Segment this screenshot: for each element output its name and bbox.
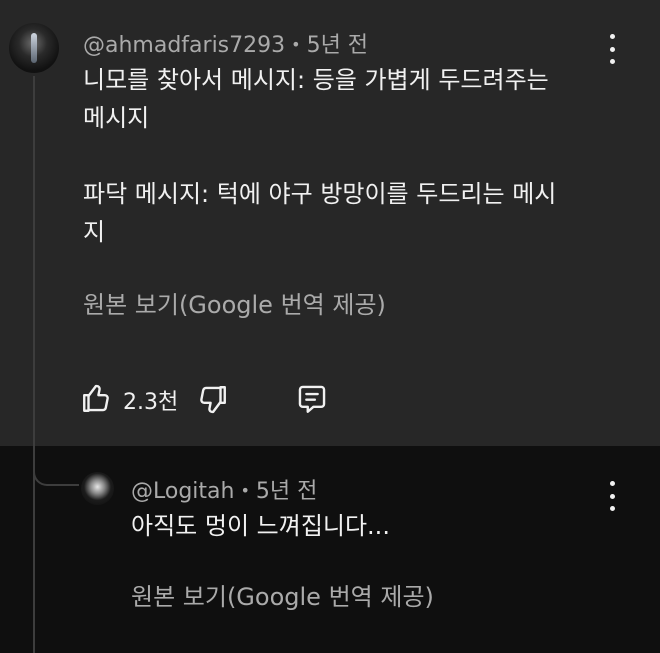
comment-text: 니모를 찾아서 메시지: 등을 가볍게 두드려주는 메시지 파닥 메시지: 턱에… — [83, 66, 557, 246]
like-count: 2.3천 — [123, 390, 179, 415]
dislike-button[interactable] — [195, 383, 229, 417]
reply-more-vert-icon[interactable] — [602, 481, 622, 511]
like-button[interactable] — [80, 381, 114, 415]
comment-reply-icon — [298, 385, 326, 413]
comment-author[interactable]: @ahmadfaris7293 — [83, 33, 285, 58]
reply-text: 아직도 멍이 느껴집니다... — [131, 512, 390, 540]
thumbs-down-icon — [200, 386, 226, 414]
comment-time[interactable]: 5년 전 — [307, 33, 368, 58]
reply-time[interactable]: 5년 전 — [256, 479, 317, 504]
avatar-image — [31, 33, 37, 63]
meta-separator: • — [291, 35, 301, 54]
translate-link[interactable]: 원본 보기(Google 번역 제공) — [83, 285, 386, 320]
thread-line — [33, 76, 35, 653]
reply-translate-link[interactable]: 원본 보기(Google 번역 제공) — [131, 577, 434, 612]
reply-author[interactable]: @Logitah — [131, 479, 234, 504]
reply-button[interactable] — [295, 382, 329, 416]
thread-connector — [33, 440, 79, 486]
thumbs-up-icon — [83, 384, 109, 412]
comment-meta: @ahmadfaris7293 • 5년 전 — [83, 27, 368, 59]
avatar[interactable] — [9, 23, 59, 73]
meta-separator: • — [240, 481, 250, 500]
more-vert-icon[interactable] — [602, 34, 622, 64]
reply-avatar[interactable] — [81, 472, 114, 505]
reply-meta: @Logitah • 5년 전 — [131, 473, 317, 505]
